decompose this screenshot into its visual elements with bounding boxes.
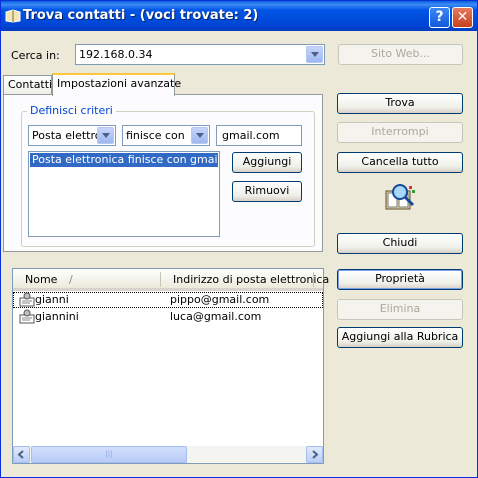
criteria-list[interactable]: Posta elettronica finisce con gmail.com (28, 151, 220, 237)
find-people-icon (385, 184, 415, 210)
title-bar[interactable]: Trova contatti - (voci trovate: 2) ? ✕ (1, 1, 477, 31)
address-book-icon (5, 9, 21, 23)
remove-criteria-button[interactable]: Rimuovi (232, 181, 302, 202)
contact-card-icon (19, 292, 35, 307)
properties-button[interactable]: Proprietà (337, 269, 463, 290)
contact-email: pippo@gmail.com (170, 293, 270, 306)
chevron-down-icon[interactable] (97, 127, 114, 144)
website-button[interactable]: Sito Web... (338, 44, 463, 65)
column-header-name[interactable]: Nome (25, 273, 57, 286)
tab-advanced-settings[interactable]: Impostazioni avanzate (52, 73, 181, 96)
chevron-down-icon[interactable] (306, 46, 323, 63)
scroll-right-button[interactable] (306, 446, 323, 463)
chevron-left-icon (17, 450, 24, 459)
criteria-value-text: gmail.com (222, 129, 280, 142)
contact-name: gianni (35, 293, 69, 306)
scroll-left-button[interactable] (13, 446, 30, 463)
close-button[interactable]: Chiudi (337, 233, 463, 254)
column-divider[interactable] (313, 272, 314, 287)
contact-card-icon (19, 309, 35, 324)
add-to-addressbook-button[interactable]: Aggiungi alla Rubrica (337, 327, 463, 348)
table-row[interactable]: gianni pippo@gmail.com (13, 292, 323, 308)
search-in-label: Cerca in: (11, 49, 60, 62)
tab-contacts[interactable]: Contatti (3, 75, 52, 96)
list-item[interactable]: Posta elettronica finisce con gmail.com (30, 153, 218, 167)
condition-select[interactable]: finisce con (122, 125, 210, 146)
delete-button[interactable]: Elimina (337, 299, 463, 320)
find-button[interactable]: Trova (337, 93, 463, 114)
chevron-right-icon (312, 450, 319, 459)
sort-indicator-icon: / (69, 273, 73, 286)
criteria-group-title: Definisci criteri (27, 104, 116, 117)
add-criteria-button[interactable]: Aggiungi (232, 152, 302, 173)
window-title: Trova contatti - (voci trovate: 2) (23, 8, 259, 23)
field-select[interactable]: Posta elettroi (28, 125, 116, 146)
column-header-email[interactable]: Indirizzo di posta elettronica (173, 273, 329, 286)
criteria-value-input[interactable]: gmail.com (216, 125, 302, 146)
field-select-value: Posta elettroi (32, 129, 98, 142)
clear-all-button[interactable]: Cancella tutto (337, 152, 463, 173)
scroll-thumb[interactable]: ||| (31, 446, 187, 463)
stop-button[interactable]: Interrompi (337, 122, 463, 143)
search-in-value: 192.168.0.34 (79, 48, 153, 61)
help-button[interactable]: ? (429, 7, 450, 28)
contact-email: luca@gmail.com (170, 310, 262, 323)
contact-name: giannini (35, 310, 79, 323)
column-divider[interactable] (160, 272, 161, 287)
condition-select-value: finisce con (126, 129, 185, 142)
find-contacts-window: Trova contatti - (voci trovate: 2) ? ✕ C… (0, 0, 478, 478)
results-header: Nome / Indirizzo di posta elettronica (13, 269, 329, 291)
results-list[interactable]: Nome / Indirizzo di posta elettronica gi… (12, 268, 329, 464)
search-in-combobox[interactable]: 192.168.0.34 (75, 44, 325, 65)
horizontal-scrollbar[interactable]: ||| (13, 446, 323, 463)
close-window-button[interactable]: ✕ (452, 7, 473, 28)
chevron-down-icon[interactable] (191, 127, 208, 144)
table-row[interactable]: giannini luca@gmail.com (13, 309, 323, 325)
